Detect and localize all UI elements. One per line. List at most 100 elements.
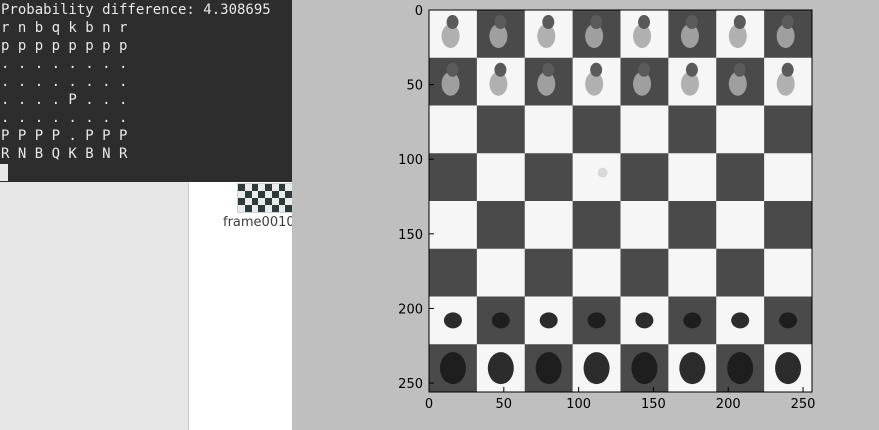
board-square [572, 153, 621, 202]
thumbnail-cell [238, 198, 245, 205]
x-tick-label: 100 [566, 397, 591, 412]
top-piece-head [733, 15, 746, 30]
thumbnail-cell [285, 191, 292, 198]
y-tick-label: 0 [415, 4, 423, 19]
thumbnail-cell [238, 205, 245, 212]
board-square [620, 105, 669, 154]
board-square [764, 105, 813, 154]
top-piece-head [494, 15, 507, 30]
bottom-piece [491, 312, 510, 329]
y-tick-label: 250 [398, 377, 423, 392]
thumbnail-cell [278, 205, 286, 212]
board-square [429, 248, 478, 297]
top-piece-head [590, 62, 603, 77]
bottom-piece [587, 312, 606, 329]
thumbnail-cell [278, 198, 286, 205]
top-piece-head [590, 15, 603, 30]
thumbnail-cell [238, 191, 245, 198]
thumbnail-cell [265, 184, 272, 191]
top-piece-head [542, 62, 555, 77]
top-piece-head [542, 15, 555, 30]
bottom-piece [775, 352, 802, 385]
thumbnail-cell [244, 191, 252, 198]
bottom-piece [779, 312, 798, 329]
top-piece-head [781, 15, 794, 30]
terminal-line-rank-1: R N B Q K B N R [1, 146, 128, 162]
top-piece-head [446, 15, 459, 30]
thumbnail-cell [251, 205, 259, 212]
thumbnail-cell [271, 184, 279, 191]
bottom-piece [635, 312, 654, 329]
bottom-piece [539, 312, 558, 329]
board-square [668, 248, 717, 297]
board-square [716, 248, 765, 297]
board-square [668, 201, 717, 250]
board-square [764, 248, 813, 297]
top-piece-head [446, 62, 459, 77]
top-piece-head [638, 62, 651, 77]
bottom-piece [535, 352, 562, 385]
board-square [476, 201, 526, 250]
bottom-piece [487, 352, 514, 385]
board-square [476, 105, 526, 154]
board-square [572, 105, 621, 154]
board-square [524, 248, 574, 297]
top-piece-head [733, 62, 746, 77]
board-square [524, 201, 574, 250]
board-square [429, 153, 478, 202]
bottom-piece [583, 352, 610, 385]
board-square [476, 248, 526, 297]
thumbnail-cell [244, 198, 252, 205]
top-piece-head [781, 62, 794, 77]
board-square [429, 201, 478, 250]
thumbnail-cell [271, 198, 279, 205]
board-square [524, 153, 574, 202]
thumbnail-cell [285, 198, 292, 205]
board-square [716, 153, 765, 202]
thumbnail-cell [244, 184, 252, 191]
board-square [716, 201, 765, 250]
thumbnail-cell [244, 205, 252, 212]
bottom-piece [631, 352, 658, 385]
image-thumbnail-icon[interactable] [237, 183, 293, 213]
thumbnail-cell [251, 191, 259, 198]
bottom-piece [727, 352, 754, 385]
terminal-line-rank-8: r n b q k b n r [1, 20, 128, 36]
board-square [524, 105, 574, 154]
terminal-line-probability: Probability difference: 4.308695 [1, 2, 271, 18]
board-square [620, 153, 669, 202]
x-tick-label: 50 [496, 397, 513, 412]
top-piece-head [638, 15, 651, 30]
terminal-window[interactable]: Probability difference: 4.308695 r n b q… [0, 0, 292, 182]
board-square [764, 201, 813, 250]
board-square [668, 105, 717, 154]
plot-figure-window: 0 50 100 150 200 250 0 50 100 150 200 250 [292, 0, 879, 430]
thumbnail-cell [265, 205, 272, 212]
thumbnail-filename[interactable]: frame0010 [223, 215, 292, 230]
plot-svg: 0 50 100 150 200 250050100150200250 [398, 4, 816, 412]
top-piece-head [685, 62, 698, 77]
terminal-line-rank-5: . . . . . . . . [1, 74, 128, 90]
x-tick-label: 150 [641, 397, 666, 412]
thumbnail-cell [265, 191, 272, 198]
thumbnail-cell [251, 184, 259, 191]
thumbnail-cell [258, 191, 265, 198]
board-square [429, 105, 478, 154]
thumbnail-cell [278, 184, 286, 191]
y-tick-label: 200 [398, 302, 423, 317]
moved-pawn-blob [597, 167, 608, 178]
thumbnail-cell [258, 198, 265, 205]
thumbnail-cell [271, 205, 279, 212]
thumbnail-cell [238, 184, 245, 191]
terminal-line-rank-3: . . . . . . . . [1, 110, 128, 126]
board-square [764, 153, 813, 202]
board-square [572, 248, 621, 297]
terminal-line-rank-6: . . . . . . . . [1, 56, 128, 72]
x-tick-label: 200 [716, 397, 741, 412]
thumbnail-cell [278, 191, 286, 198]
thumbnail-cell [285, 184, 292, 191]
y-tick-label: 100 [398, 153, 423, 168]
y-tick-label: 50 [406, 79, 423, 94]
x-tick-label: 250 [791, 397, 816, 412]
thumbnail-cell [265, 198, 272, 205]
